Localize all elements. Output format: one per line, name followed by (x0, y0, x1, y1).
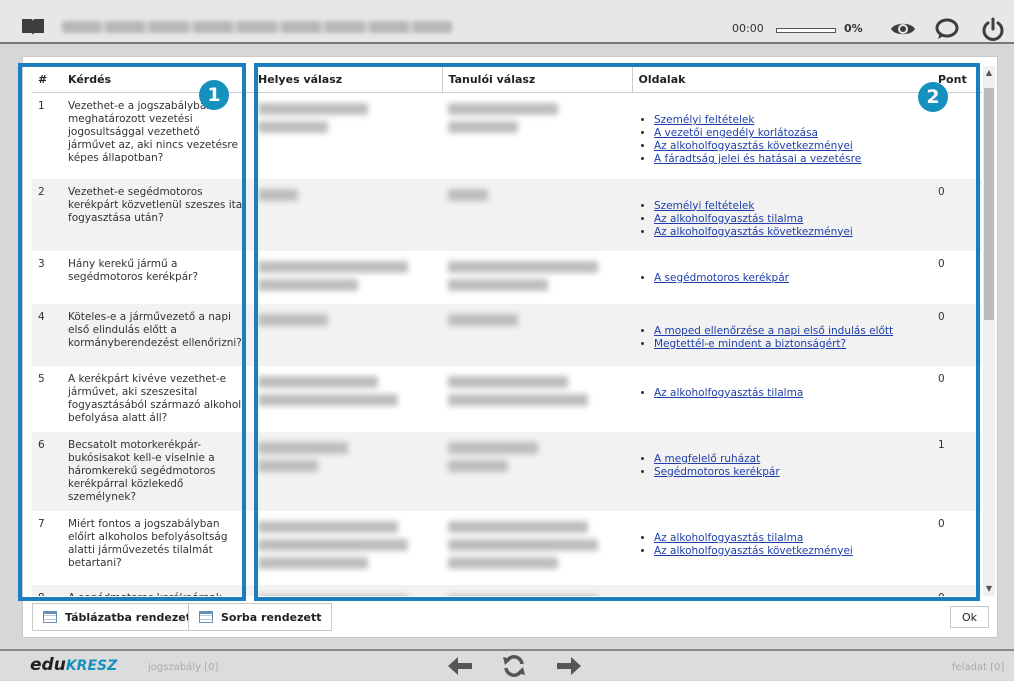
annotation-box-questions (18, 63, 246, 601)
table-icon (43, 611, 57, 623)
eye-icon[interactable] (890, 16, 916, 42)
book-icon[interactable] (22, 19, 44, 35)
edukresz-logo: eduKRESZ (30, 655, 118, 675)
annotation-badge-1: 1 (199, 80, 229, 110)
list-view-label: Sorba rendezett (221, 610, 322, 624)
progress-bar (776, 28, 836, 33)
task-counter[interactable]: feladat [0] (952, 662, 1004, 673)
table-view-button[interactable]: Táblázatba rendezett (32, 603, 208, 631)
refresh-icon[interactable] (502, 655, 526, 681)
forward-arrow-icon[interactable] (555, 656, 583, 680)
legislation-counter[interactable]: jogszabály [0] (148, 662, 218, 673)
scroll-down-arrow-icon[interactable]: ▼ (983, 582, 995, 596)
scroll-up-arrow-icon[interactable]: ▲ (983, 66, 995, 80)
table-view-label: Táblázatba rendezett (65, 610, 197, 624)
annotation-box-answers (254, 63, 980, 601)
chat-bubble-icon[interactable] (934, 16, 960, 42)
document-title-blurred (62, 21, 452, 33)
progress-percent: 0% (844, 22, 863, 35)
annotation-badge-2: 2 (918, 82, 948, 112)
power-icon[interactable] (980, 16, 1006, 42)
ok-label: Ok (962, 610, 978, 624)
list-view-button[interactable]: Sorba rendezett (188, 603, 333, 631)
top-toolbar: 00:00 0% (0, 0, 1014, 44)
scrollbar-thumb[interactable] (984, 88, 994, 320)
back-arrow-icon[interactable] (446, 656, 474, 680)
list-icon (199, 611, 213, 623)
bottom-toolbar: eduKRESZ jogszabály [0] feladat [0] (0, 649, 1014, 680)
vertical-scrollbar[interactable]: ▲ ▼ (983, 66, 995, 596)
ok-button[interactable]: Ok (950, 606, 990, 628)
timer-display: 00:00 (732, 22, 764, 35)
